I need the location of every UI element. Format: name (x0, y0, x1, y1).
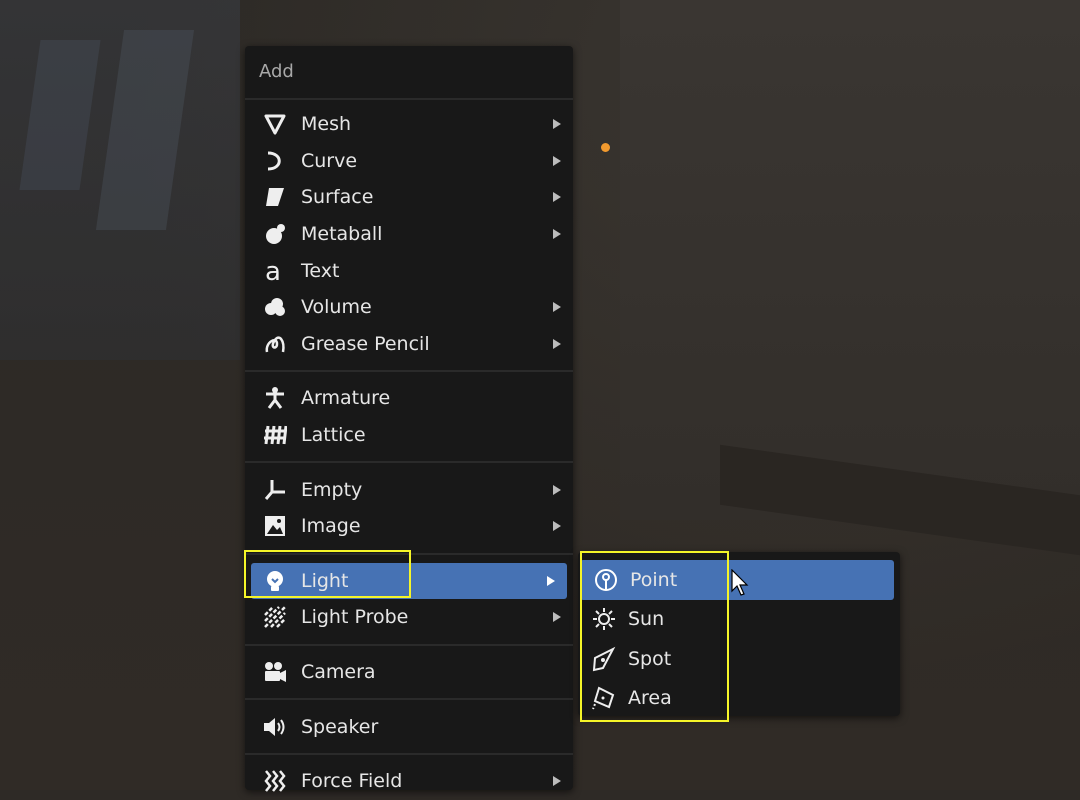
menu-item-label: Empty (301, 478, 363, 501)
grease-pencil-icon (261, 330, 289, 358)
menu-item-label: Speaker (301, 715, 379, 738)
menu-item-label: Armature (301, 387, 391, 410)
menu-item-metaball[interactable]: Metaball (245, 216, 573, 253)
menu-item-label: Mesh (301, 113, 352, 136)
menu-item-label: Light Probe (301, 606, 409, 629)
svg-text:a: a (265, 258, 281, 284)
submenu-arrow-icon (553, 302, 561, 313)
menu-separator (245, 643, 573, 646)
lattice-icon (261, 421, 289, 449)
surface-icon (261, 183, 289, 211)
add-menu: Add Mesh Curve Surface Metaball a Text Volume G… (245, 46, 573, 792)
menu-body: Mesh Curve Surface Metaball a Text Volume Greas… (245, 100, 573, 800)
submenu-arrow-icon (553, 484, 561, 495)
menu-item-force-field[interactable]: Force Field (245, 763, 573, 800)
metaball-icon (261, 220, 289, 248)
menu-item-label: Volume (301, 296, 372, 319)
mouse-cursor-icon (731, 569, 749, 596)
menu-item-label: Metaball (301, 223, 383, 246)
menu-item-label: Force Field (301, 770, 403, 793)
mesh-icon (261, 110, 289, 138)
object-origin-dot[interactable] (601, 143, 610, 152)
menu-item-grease-pencil[interactable]: Grease Pencil (245, 326, 573, 363)
menu-item-label: Image (301, 515, 361, 538)
submenu-arrow-icon (553, 338, 561, 349)
menu-item-label: Grease Pencil (301, 332, 430, 355)
menu-item-label: Lattice (301, 424, 366, 447)
submenu-arrow-icon (553, 229, 561, 240)
text-icon: a (261, 257, 289, 285)
menu-separator (245, 698, 573, 701)
menu-item-text[interactable]: a Text (245, 252, 573, 289)
submenu-arrow-icon (553, 521, 561, 532)
curve-icon (261, 147, 289, 175)
speaker-icon (261, 713, 289, 741)
menu-item-curve[interactable]: Curve (245, 143, 573, 180)
highlight-box-submenu (580, 551, 729, 722)
force-field-icon (261, 767, 289, 795)
submenu-arrow-icon (553, 192, 561, 203)
camera-icon (261, 658, 289, 686)
menu-title: Add (245, 46, 573, 100)
submenu-arrow-icon (553, 155, 561, 166)
menu-item-camera[interactable]: Camera (245, 654, 573, 691)
menu-separator (245, 461, 573, 464)
submenu-arrow-icon (553, 119, 561, 130)
empty-icon (261, 476, 289, 504)
submenu-arrow-icon (547, 575, 555, 586)
image-icon (261, 512, 289, 540)
menu-separator (245, 370, 573, 373)
menu-item-lattice[interactable]: Lattice (245, 417, 573, 454)
menu-item-surface[interactable]: Surface (245, 179, 573, 216)
menu-item-empty[interactable]: Empty (245, 471, 573, 508)
menu-item-label: Text (301, 259, 340, 282)
menu-separator (245, 752, 573, 755)
menu-item-speaker[interactable]: Speaker (245, 708, 573, 745)
menu-item-label: Curve (301, 149, 358, 172)
submenu-arrow-icon (553, 612, 561, 623)
armature-icon (261, 384, 289, 412)
menu-item-armature[interactable]: Armature (245, 380, 573, 417)
menu-item-label: Camera (301, 661, 376, 684)
submenu-arrow-icon (553, 776, 561, 787)
volume-icon (261, 293, 289, 321)
menu-item-volume[interactable]: Volume (245, 289, 573, 326)
menu-item-label: Surface (301, 186, 374, 209)
light-probe-icon (261, 603, 289, 631)
menu-item-light-probe[interactable]: Light Probe (245, 599, 573, 636)
highlight-box-light (244, 550, 411, 598)
menu-item-image[interactable]: Image (245, 508, 573, 545)
background-wall (620, 0, 1080, 520)
menu-item-mesh[interactable]: Mesh (245, 106, 573, 143)
